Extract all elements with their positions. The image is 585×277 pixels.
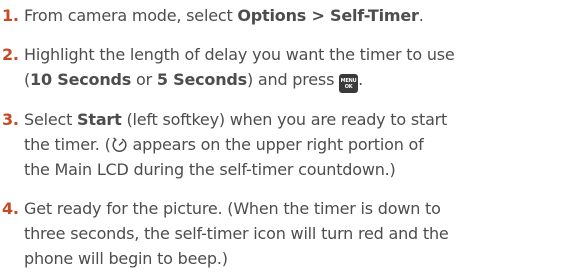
step-line: three seconds, the self-timer icon will …	[24, 224, 449, 243]
icon-label-bottom: OK	[344, 84, 353, 90]
step-text: From camera mode, select Options > Self-…	[24, 3, 581, 28]
text-segment: From camera mode, select	[24, 6, 238, 25]
step-text: Select Start (left softkey) when you are…	[24, 107, 581, 182]
step-line: Select Start (left softkey) when you are…	[24, 107, 581, 132]
step-3: 3. Select Start (left softkey) when you …	[2, 107, 581, 182]
bold-menu-path: Options > Self-Timer	[237, 6, 419, 25]
text-segment: ) and press	[246, 70, 340, 89]
text-segment: (left softkey) when you are ready to sta…	[121, 110, 448, 129]
text-segment: or	[131, 70, 157, 89]
step-line: the timer. ( appears on the upper right …	[24, 132, 581, 157]
text-segment: the timer. (	[24, 135, 111, 154]
step-text: Highlight the length of delay you want t…	[24, 42, 581, 93]
step-number: 4.	[2, 199, 19, 218]
step-line: From camera mode, select Options > Self-…	[24, 3, 581, 28]
step-line: (10 Seconds or 5 Seconds) and press MENU…	[24, 67, 581, 93]
text-segment: .	[358, 70, 363, 89]
text-segment: .	[418, 6, 424, 25]
step-line: phone will begin to beep.)	[24, 249, 228, 268]
self-timer-icon	[111, 136, 128, 153]
step-line: the Main LCD during the self-timer count…	[24, 160, 396, 179]
step-text: Get ready for the picture. (When the tim…	[24, 196, 581, 271]
menu-ok-key-icon: MENU OK	[339, 74, 359, 93]
step-4: 4. Get ready for the picture. (When the …	[2, 196, 581, 271]
step-1: 1. From camera mode, select Options > Se…	[2, 3, 581, 28]
step-number: 3.	[2, 110, 19, 129]
step-number: 2.	[2, 45, 19, 64]
bold-start: Start	[77, 110, 122, 129]
bold-option-10-seconds: 10 Seconds	[30, 70, 132, 89]
bold-option-5-seconds: 5 Seconds	[156, 70, 247, 89]
step-number: 1.	[2, 6, 19, 25]
step-line: Highlight the length of delay you want t…	[24, 45, 455, 64]
step-line: Get ready for the picture. (When the tim…	[24, 199, 441, 218]
step-2: 2. Highlight the length of delay you wan…	[2, 42, 581, 93]
text-segment: appears on the upper right portion of	[127, 135, 424, 154]
text-segment: Select	[24, 110, 78, 129]
